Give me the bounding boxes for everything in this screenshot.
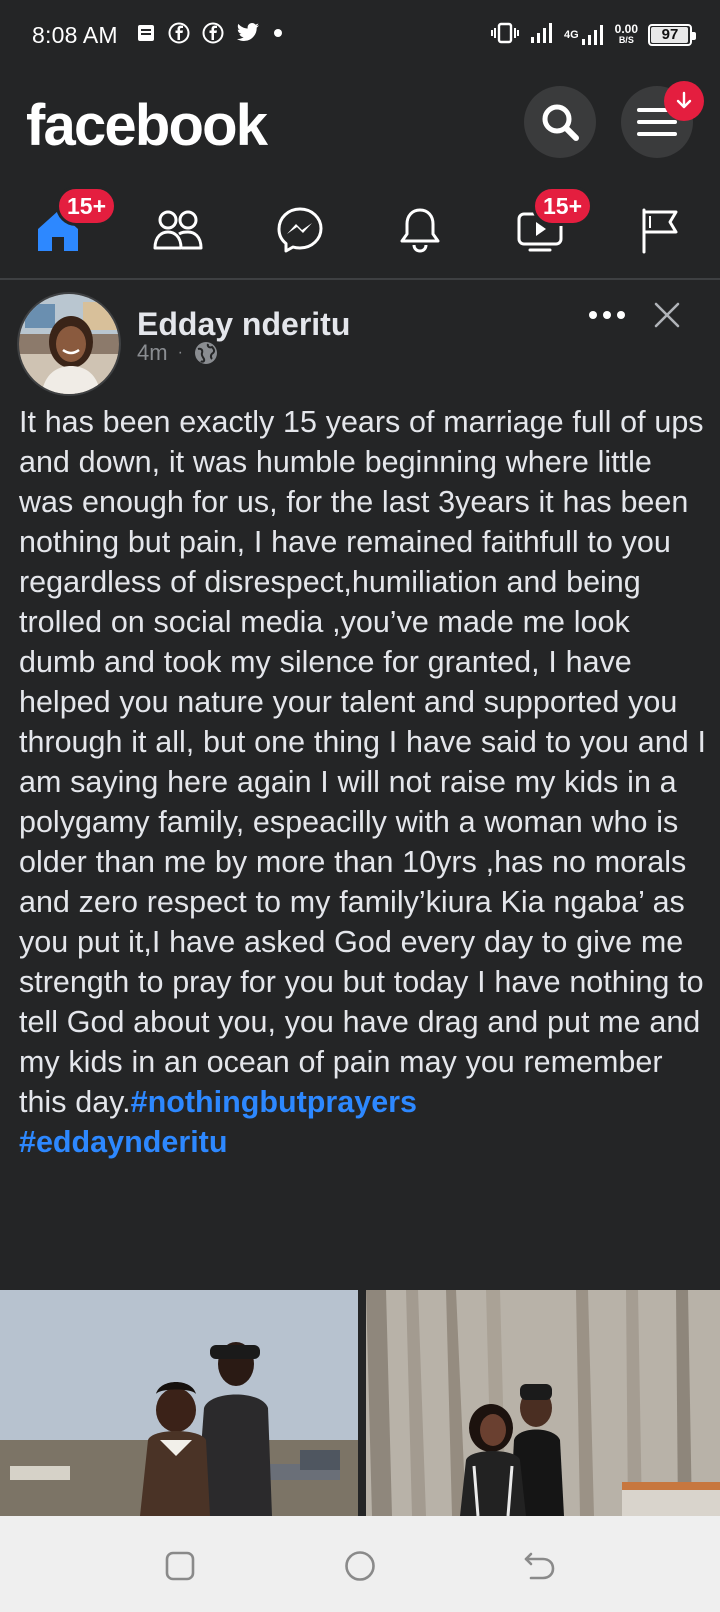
- facebook-icon: [168, 22, 190, 44]
- message-icon: [136, 23, 156, 43]
- post-body: It has been exactly 15 years of marriage…: [19, 405, 706, 1119]
- avatar-image: [19, 294, 119, 394]
- hashtag-link[interactable]: #eddaynderitu: [19, 1125, 227, 1159]
- net-speed-value: 0.00: [614, 21, 638, 36]
- messenger-icon: [277, 207, 323, 253]
- network-type: 4G: [564, 24, 605, 46]
- app-header: facebook: [0, 72, 720, 182]
- post-meta: 4m ·: [137, 340, 219, 366]
- flag-icon: [642, 208, 678, 254]
- tab-messenger[interactable]: [250, 182, 350, 278]
- post-photo[interactable]: [366, 1290, 720, 1516]
- arrow-down-icon: [676, 91, 692, 109]
- twitter-icon: [236, 23, 260, 43]
- facebook-logo: facebook: [26, 93, 268, 158]
- signal-icon: [530, 22, 554, 47]
- network-type-label: 4G: [563, 28, 579, 41]
- home-circle-icon: [345, 1551, 375, 1581]
- net-speed-unit: B/S: [618, 34, 634, 45]
- tab-watch[interactable]: 15+: [490, 182, 594, 278]
- author-name[interactable]: Edday nderitu: [137, 306, 350, 343]
- home-button[interactable]: [340, 1546, 380, 1586]
- dot-icon: [272, 27, 284, 39]
- tab-notifications[interactable]: [370, 182, 470, 278]
- status-time: 8:08 AM: [32, 22, 118, 48]
- update-badge[interactable]: [664, 81, 704, 121]
- recents-icon: [165, 1551, 195, 1581]
- photo-couple-old: [0, 1290, 358, 1516]
- battery-icon: 97: [648, 23, 696, 46]
- home-badge: 15+: [56, 186, 118, 226]
- recents-button[interactable]: [160, 1546, 200, 1586]
- status-bar: 8:08 AM 4G 0.00 B/S 97: [0, 0, 720, 72]
- android-nav-bar: [0, 1516, 720, 1612]
- more-options-button[interactable]: [582, 300, 632, 330]
- tab-friends[interactable]: [128, 182, 228, 278]
- more-dots-icon: [589, 311, 625, 319]
- meta-separator: ·: [177, 344, 183, 361]
- facebook-icon: [202, 22, 224, 44]
- watch-badge: 15+: [532, 186, 594, 226]
- close-icon: [654, 302, 680, 328]
- avatar[interactable]: [17, 292, 121, 396]
- tab-home[interactable]: 15+: [8, 182, 118, 278]
- bell-icon: [400, 208, 440, 253]
- back-button[interactable]: [520, 1546, 560, 1586]
- hashtag-link[interactable]: #nothingbutprayers: [131, 1085, 417, 1119]
- back-icon: [524, 1552, 555, 1580]
- post-time[interactable]: 4m: [137, 340, 168, 366]
- post-text: It has been exactly 15 years of marriage…: [19, 402, 709, 1162]
- signal-icon: [581, 24, 603, 45]
- vibrate-icon: [490, 22, 520, 47]
- hide-post-button[interactable]: [650, 298, 684, 332]
- notification-icons: [136, 22, 284, 44]
- friends-icon: [153, 210, 203, 250]
- system-status: 4G 0.00 B/S 97: [490, 21, 696, 47]
- tab-pages[interactable]: [610, 182, 710, 278]
- photo-couple-recent: [366, 1290, 720, 1516]
- search-button[interactable]: [524, 86, 596, 158]
- globe-icon: [194, 342, 217, 364]
- search-icon: [542, 104, 579, 141]
- battery-percent: 97: [661, 26, 679, 43]
- tab-bar: 15+ 15+: [0, 182, 720, 280]
- post-photos: [0, 1290, 720, 1516]
- post-photo[interactable]: [0, 1290, 358, 1516]
- net-speed: 0.00 B/S: [614, 21, 638, 46]
